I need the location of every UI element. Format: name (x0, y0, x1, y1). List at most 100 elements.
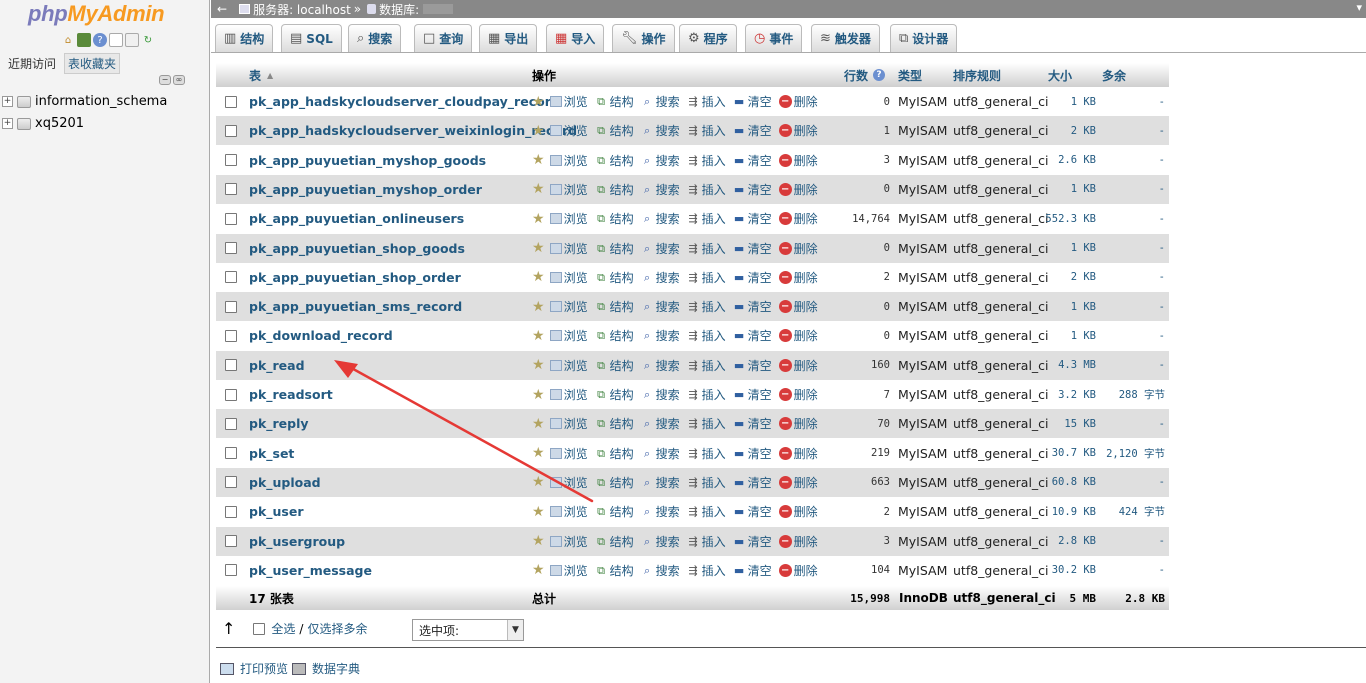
table-name-link[interactable]: pk_app_puyuetian_myshop_goods (249, 153, 486, 168)
action-drop[interactable]: − 删除 (778, 327, 818, 344)
tab-query[interactable]: □ 查询 (414, 24, 473, 52)
tab-search[interactable]: ⌕ 搜索 (348, 24, 402, 52)
favorite-star-icon[interactable]: ★ (532, 181, 545, 197)
row-size[interactable]: 1 KB (1036, 175, 1096, 204)
action-empty[interactable]: ▬ 清空 (733, 152, 772, 169)
link-with-main-icon[interactable]: ∞ (173, 75, 185, 85)
table-name-link[interactable]: pk_app_hadskycloudserver_weixinlogin_rec… (249, 123, 577, 138)
action-drop[interactable]: − 删除 (778, 181, 818, 198)
expand-icon[interactable]: + (2, 96, 13, 107)
favorite-star-icon[interactable]: ★ (532, 299, 545, 315)
action-insert[interactable]: ⇶ 插入 (687, 93, 726, 110)
action-browse[interactable]: 浏览 (549, 210, 588, 227)
action-empty[interactable]: ▬ 清空 (733, 562, 772, 579)
row-checkbox[interactable] (225, 447, 237, 460)
row-size[interactable]: 15 KB (1036, 409, 1096, 438)
action-insert[interactable]: ⇶ 插入 (687, 386, 726, 403)
docs-icon[interactable] (109, 33, 123, 47)
row-size[interactable]: 1 KB (1036, 234, 1096, 263)
action-search[interactable]: ⌕ 搜索 (641, 327, 680, 344)
action-drop[interactable]: − 删除 (778, 152, 818, 169)
row-size[interactable]: 1 KB (1036, 87, 1096, 116)
table-name-link[interactable]: pk_user (249, 504, 304, 519)
home-icon[interactable]: ⌂ (61, 33, 75, 47)
action-drop[interactable]: − 删除 (778, 240, 818, 257)
reload-icon[interactable]: ↻ (141, 33, 155, 47)
with-selected-dropdown[interactable]: 选中项: ▼ (412, 619, 524, 641)
action-drop[interactable]: − 删除 (778, 122, 818, 139)
action-insert[interactable]: ⇶ 插入 (687, 210, 726, 227)
table-name-link[interactable]: pk_user_message (249, 563, 372, 578)
action-structure[interactable]: ⧉ 结构 (595, 240, 633, 257)
action-browse[interactable]: 浏览 (549, 93, 588, 110)
action-insert[interactable]: ⇶ 插入 (687, 327, 726, 344)
action-search[interactable]: ⌕ 搜索 (641, 298, 680, 315)
favorite-star-icon[interactable]: ★ (532, 328, 545, 344)
action-insert[interactable]: ⇶ 插入 (687, 474, 726, 491)
row-size[interactable]: 60.8 KB (1036, 468, 1096, 497)
action-browse[interactable]: 浏览 (549, 240, 588, 257)
action-empty[interactable]: ▬ 清空 (733, 122, 772, 139)
row-size[interactable]: 10.9 KB (1036, 497, 1096, 526)
row-checkbox[interactable] (225, 124, 237, 137)
header-rows[interactable]: 行数 ? (844, 63, 886, 87)
action-search[interactable]: ⌕ 搜索 (641, 93, 680, 110)
action-drop[interactable]: − 删除 (778, 386, 818, 403)
action-browse[interactable]: 浏览 (549, 152, 588, 169)
table-name-link[interactable]: pk_reply (249, 416, 309, 431)
row-size[interactable]: 4.3 MB (1036, 351, 1096, 380)
row-checkbox[interactable] (225, 505, 237, 518)
action-structure[interactable]: ⧉ 结构 (595, 357, 633, 374)
row-checkbox[interactable] (225, 564, 237, 577)
favorite-star-icon[interactable]: ★ (532, 152, 545, 168)
action-structure[interactable]: ⧉ 结构 (595, 181, 633, 198)
breadcrumb-database[interactable]: 数据库: (379, 1, 419, 18)
row-size[interactable]: 2 KB (1036, 263, 1096, 292)
tree-item-label[interactable]: xq5201 (35, 116, 84, 131)
row-checkbox[interactable] (225, 535, 237, 547)
action-browse[interactable]: 浏览 (549, 269, 588, 286)
action-empty[interactable]: ▬ 清空 (733, 445, 772, 462)
action-search[interactable]: ⌕ 搜索 (641, 445, 680, 462)
action-empty[interactable]: ▬ 清空 (733, 327, 772, 344)
action-search[interactable]: ⌕ 搜索 (641, 503, 680, 520)
action-search[interactable]: ⌕ 搜索 (641, 415, 680, 432)
tab-triggers[interactable]: ≋ 触发器 (811, 24, 880, 52)
row-checkbox[interactable] (225, 242, 237, 254)
row-checkbox[interactable] (225, 95, 237, 108)
tree-item-xq5201[interactable]: + xq5201 (2, 116, 84, 131)
check-all-checkbox[interactable] (253, 622, 266, 635)
action-drop[interactable]: − 删除 (778, 445, 818, 462)
action-drop[interactable]: − 删除 (778, 93, 818, 110)
print-view-link[interactable]: 打印预览 (240, 660, 288, 677)
action-browse[interactable]: 浏览 (549, 298, 588, 315)
action-empty[interactable]: ▬ 清空 (733, 240, 772, 257)
row-size[interactable]: 552.3 KB (1036, 204, 1096, 233)
table-name-link[interactable]: pk_set (249, 446, 294, 461)
row-checkbox[interactable] (225, 212, 237, 225)
action-insert[interactable]: ⇶ 插入 (687, 181, 726, 198)
action-insert[interactable]: ⇶ 插入 (687, 533, 726, 550)
action-browse[interactable]: 浏览 (549, 181, 588, 198)
row-size[interactable]: 2.6 KB (1036, 146, 1096, 175)
action-structure[interactable]: ⧉ 结构 (595, 152, 633, 169)
header-type[interactable]: 类型 (898, 63, 922, 87)
action-structure[interactable]: ⧉ 结构 (595, 386, 633, 403)
table-name-link[interactable]: pk_app_hadskycloudserver_cloudpay_record (249, 94, 560, 109)
table-name-link[interactable]: pk_download_record (249, 328, 393, 343)
tree-item-information-schema[interactable]: + information_schema (2, 94, 167, 109)
action-insert[interactable]: ⇶ 插入 (687, 503, 726, 520)
action-empty[interactable]: ▬ 清空 (733, 386, 772, 403)
tab-import[interactable]: ▦ 导入 (546, 24, 605, 52)
action-structure[interactable]: ⧉ 结构 (595, 93, 633, 110)
row-checkbox[interactable] (225, 388, 237, 401)
row-size[interactable]: 2.8 KB (1036, 527, 1096, 556)
action-search[interactable]: ⌕ 搜索 (641, 533, 680, 550)
table-name-link[interactable]: pk_upload (249, 475, 321, 490)
action-search[interactable]: ⌕ 搜索 (641, 357, 680, 374)
action-empty[interactable]: ▬ 清空 (733, 533, 772, 550)
breadcrumb-server[interactable]: 服务器: localhost (253, 1, 351, 18)
action-structure[interactable]: ⧉ 结构 (595, 298, 633, 315)
row-checkbox[interactable] (225, 154, 237, 167)
favorite-star-icon[interactable]: ★ (532, 123, 545, 139)
